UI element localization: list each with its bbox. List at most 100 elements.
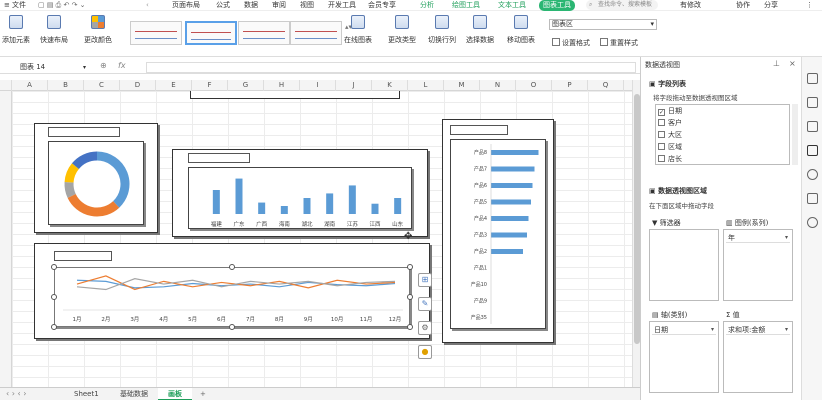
field-list-scrollbar[interactable]	[792, 104, 798, 165]
pin-icon[interactable]: ⊥	[773, 59, 780, 68]
resize-handle[interactable]	[51, 294, 57, 300]
reset-style-button[interactable]: 重置样式	[600, 38, 638, 48]
menu-chart-tools[interactable]: 图表工具	[539, 0, 575, 11]
fx-icon[interactable]: fx	[118, 61, 126, 70]
menu-text-tools[interactable]: 文本工具	[498, 0, 526, 11]
checkbox-icon[interactable]	[658, 143, 665, 150]
online-chart-button[interactable]: 在线图表	[344, 15, 372, 45]
resize-handle[interactable]	[407, 294, 413, 300]
close-icon[interactable]: ×	[789, 59, 796, 68]
field-item[interactable]: 大区	[656, 129, 789, 141]
checkbox-icon[interactable]	[658, 131, 665, 138]
legend-field-chip[interactable]: 年 ▾	[726, 233, 790, 243]
axis-zone[interactable]: ▤ 轴(类别) 日期 ▾	[649, 311, 719, 393]
chart-style-1[interactable]	[130, 21, 182, 45]
column-header-d[interactable]: D	[120, 80, 156, 91]
chart-element-select[interactable]: 图表区 ▾	[549, 19, 657, 30]
resize-handle[interactable]	[51, 324, 57, 330]
location-icon[interactable]	[807, 217, 818, 228]
select-data-button[interactable]: 选择数据	[466, 15, 494, 45]
change-type-button[interactable]: 更改类型	[388, 15, 416, 45]
column-header-q[interactable]: Q	[588, 80, 624, 91]
add-sheet-button[interactable]: +	[190, 388, 216, 400]
menu-formula[interactable]: 公式	[216, 0, 230, 11]
resize-handle[interactable]	[407, 324, 413, 330]
resize-handle[interactable]	[51, 264, 57, 270]
field-item[interactable]: 区域	[656, 141, 789, 153]
chart-style-4[interactable]	[290, 21, 342, 45]
line-chart-area[interactable]: 1月 2月 3月 4月 5月 6月 7月 8月 9月 10月 11月 12月	[54, 267, 410, 327]
zoom-icon[interactable]: ⊕	[100, 61, 107, 70]
values-field-chip[interactable]: 求和项:金额 ▾	[726, 325, 790, 335]
field-item[interactable]: ✓ 日期	[656, 105, 789, 117]
menu-scroll-left[interactable]: ‹	[146, 0, 149, 11]
column-header-k[interactable]: K	[372, 80, 408, 91]
name-box[interactable]: 图表 14 ▾	[14, 62, 90, 73]
filter-zone[interactable]: ▼ 筛选器	[649, 219, 719, 301]
vertical-scrollbar[interactable]	[632, 80, 640, 387]
column-header-l[interactable]: L	[408, 80, 444, 91]
add-element-button[interactable]: 添加元素	[2, 15, 30, 45]
more-icon[interactable]: ⋮	[806, 0, 813, 11]
chart-style-2[interactable]	[185, 21, 237, 45]
menu-drawing-tools[interactable]: 绘图工具	[452, 0, 480, 11]
checked-checkbox-icon[interactable]: ✓	[658, 109, 665, 116]
settings-icon[interactable]	[807, 121, 818, 132]
checkbox-icon[interactable]	[658, 119, 665, 126]
pivot-icon[interactable]	[807, 145, 818, 156]
menu-data[interactable]: 数据	[244, 0, 258, 11]
bar-chart-area[interactable]: 福建 广东 广西 海南 湖北 湖南 江苏 江西 山东	[188, 167, 412, 229]
column-header-h[interactable]: H	[264, 80, 300, 91]
menu-share[interactable]: 分享	[764, 0, 778, 11]
field-item[interactable]: 客户	[656, 117, 789, 129]
column-header-f[interactable]: F	[192, 80, 228, 91]
menu-developer[interactable]: 开发工具	[328, 0, 356, 11]
select-cursor-icon[interactable]	[807, 97, 818, 108]
sidebar-collapse-icon[interactable]	[807, 73, 818, 84]
menu-member[interactable]: 会员专享	[368, 0, 396, 11]
tab-canvas[interactable]: 画板	[158, 388, 192, 400]
quick-access-icons[interactable]: ▢ ▤ ⎙ ↶ ↷ ⌄	[38, 0, 86, 11]
resize-handle[interactable]	[407, 264, 413, 270]
donut-chart-area[interactable]	[48, 141, 144, 225]
menu-lines-icon[interactable]: ≡	[4, 0, 10, 11]
help-icon[interactable]	[807, 169, 818, 180]
column-header-j[interactable]: J	[336, 80, 372, 91]
change-color-button[interactable]: 更改颜色	[84, 15, 112, 45]
menu-page-layout[interactable]: 页面布局	[172, 0, 200, 11]
tab-nav-icons[interactable]: ‹ › ‹ ›	[6, 389, 26, 398]
product-chart-area[interactable]: 产品8 产品7 产品6 产品5 产品4 产品3 产品2 产品1 产品10 产品9 产品35	[450, 139, 546, 329]
command-search[interactable]: ⌕ 查找命令、搜索模板	[586, 0, 658, 10]
column-header-m[interactable]: M	[444, 80, 480, 91]
column-header-p[interactable]: P	[552, 80, 588, 91]
format-button[interactable]: 设置格式	[552, 38, 590, 48]
tab-sheet1[interactable]: Sheet1	[64, 388, 109, 400]
resize-handle[interactable]	[229, 324, 235, 330]
column-header-b[interactable]: B	[48, 80, 84, 91]
axis-field-chip[interactable]: 日期 ▾	[652, 325, 716, 335]
checkbox-icon[interactable]	[658, 155, 665, 162]
chart-settings-gear-icon[interactable]: ⚙	[418, 321, 432, 335]
field-item[interactable]: 店长	[656, 153, 789, 164]
tab-base-data[interactable]: 基础数据	[110, 388, 158, 400]
menu-collab[interactable]: 协作	[736, 0, 750, 11]
resize-handle[interactable]	[229, 264, 235, 270]
chart-style-3[interactable]	[238, 21, 290, 45]
column-header-g[interactable]: G	[228, 80, 264, 91]
select-all-corner[interactable]	[0, 80, 12, 91]
move-chart-button[interactable]: 移动图表	[507, 15, 535, 45]
quick-layout-button[interactable]: 快速布局	[40, 15, 68, 45]
formula-input[interactable]	[146, 62, 636, 73]
menu-analyze[interactable]: 分析	[420, 0, 434, 11]
switch-row-col-button[interactable]: 切换行列	[428, 15, 456, 45]
menu-review[interactable]: 审阅	[272, 0, 286, 11]
chart-elements-icon[interactable]: ⊞	[418, 273, 432, 287]
chart-tips-bulb-icon[interactable]: ●	[418, 345, 432, 359]
menu-view[interactable]: 视图	[300, 0, 314, 11]
column-header-n[interactable]: N	[480, 80, 516, 91]
chart-style-brush-icon[interactable]: ✎	[418, 297, 432, 311]
field-list[interactable]: ✓ 日期 客户 大区 区域 店长	[655, 104, 790, 165]
shape-icon[interactable]	[807, 193, 818, 204]
sheet-grid[interactable]: 福建 广东 广西 海南 湖北 湖南 江苏 江西 山东 产品8 产品7 产品6 产品5 产品4 产品3 产品2…	[12, 91, 632, 387]
column-header-a[interactable]: A	[12, 80, 48, 91]
